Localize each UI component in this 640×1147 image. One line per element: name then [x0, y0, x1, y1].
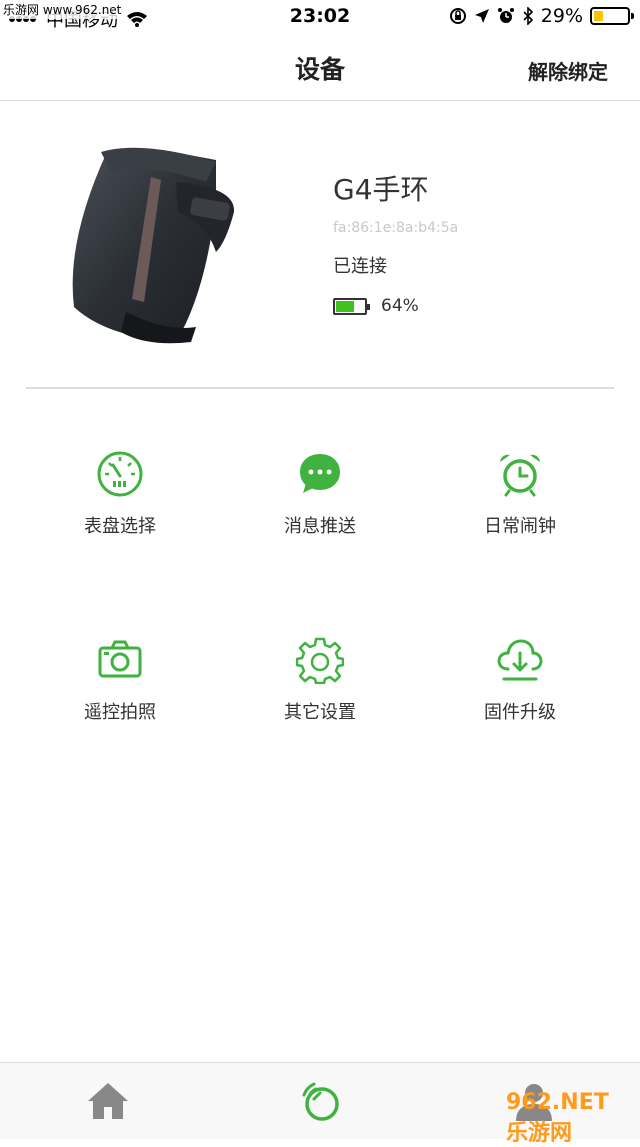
battery-icon [333, 297, 370, 315]
connection-status: 已连接 [333, 256, 387, 277]
location-icon [474, 9, 489, 23]
feature-dial-select[interactable]: 表盘选择 [20, 450, 220, 538]
dial-icon [97, 451, 143, 497]
feature-daily-alarm[interactable]: 日常闹钟 [420, 450, 620, 538]
feature-remote-camera[interactable]: 遥控拍照 [20, 636, 220, 724]
status-right: 29% [449, 5, 634, 27]
divider [26, 387, 614, 389]
alarm-clock-icon [500, 454, 540, 497]
device-mac-address: fa:86:1e:8a:b4:5a [333, 220, 459, 236]
alarm-icon [497, 8, 514, 23]
tab-bar: 962.NET 乐游网 [0, 1062, 640, 1146]
home-icon[interactable] [86, 1079, 130, 1123]
battery-percent: 29% [540, 5, 583, 27]
fitness-band-image [72, 147, 235, 344]
gear-icon [296, 637, 344, 684]
unbind-button[interactable]: 解除绑定 [528, 56, 608, 85]
feature-label: 消息推送 [284, 516, 356, 537]
cloud-download-icon [497, 639, 543, 681]
feature-firmware-upgrade[interactable]: 固件升级 [420, 636, 620, 724]
battery-percent: 64% [381, 296, 419, 316]
device-name: G4手环 [333, 173, 429, 206]
nav-bar: 设备 解除绑定 [0, 34, 640, 101]
feature-label: 日常闹钟 [484, 516, 556, 537]
camera-icon [98, 640, 142, 678]
feature-other-settings[interactable]: 其它设置 [220, 636, 420, 724]
watermark-top: 乐游网 www.962.net [0, 0, 125, 19]
bluetooth-icon [523, 7, 533, 25]
feature-label: 表盘选择 [84, 516, 156, 537]
message-icon [300, 454, 340, 493]
battery-icon [590, 7, 634, 25]
feature-label: 固件升级 [484, 702, 556, 723]
feature-label: 其它设置 [284, 702, 356, 723]
orientation-lock-icon [449, 8, 466, 24]
device-icon[interactable] [298, 1079, 342, 1123]
feature-message-push[interactable]: 消息推送 [220, 450, 420, 538]
watermark-bottom: 962.NET 乐游网 [506, 1090, 634, 1146]
feature-label: 遥控拍照 [84, 702, 156, 723]
device-battery: 64% [333, 296, 419, 316]
